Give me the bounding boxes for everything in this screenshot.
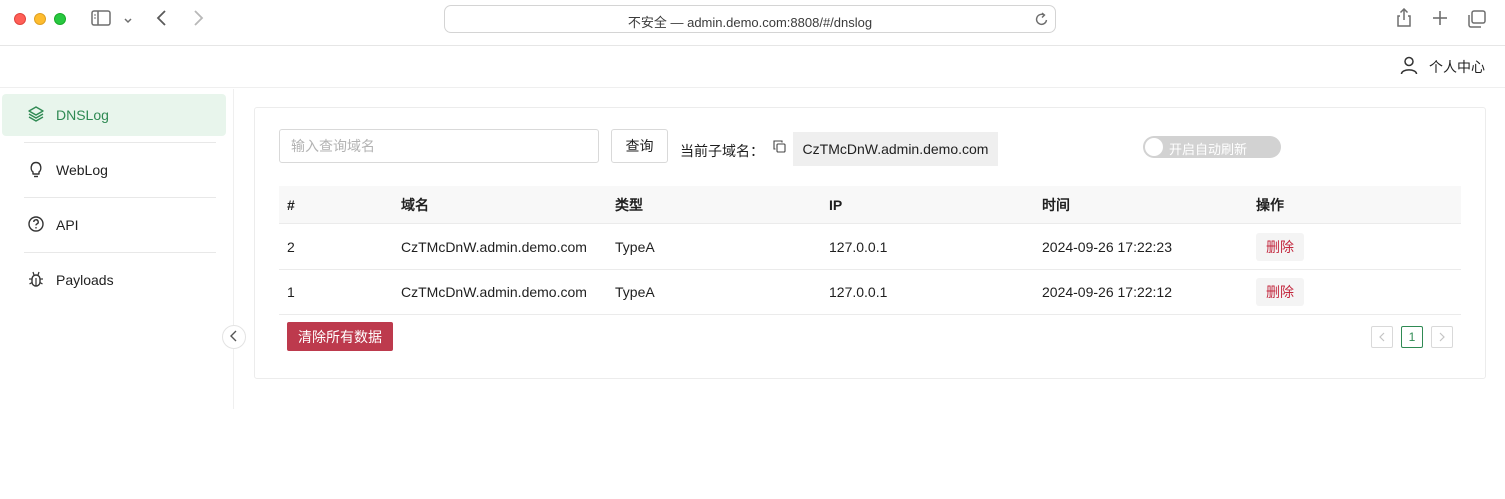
sidebar-item-dnslog[interactable]: DNSLog [2, 94, 226, 136]
column-header: 时间 [1042, 196, 1070, 213]
delete-button[interactable]: 删除 [1256, 233, 1304, 261]
sidebar-item-label: API [56, 217, 79, 233]
chevron-left-icon [1378, 329, 1386, 345]
row-id: 2 [287, 239, 295, 255]
row-type: TypeA [615, 284, 655, 300]
url-text: 不安全 — admin.demo.com:8808/#/dnslog [627, 15, 873, 30]
table-row: 1 CzTMcDnW.admin.demo.com TypeA 127.0.0.… [279, 270, 1461, 315]
sidebar-item-label: WebLog [56, 162, 108, 178]
sidebar-item-label: DNSLog [56, 107, 109, 123]
row-action: 删除 [1256, 225, 1304, 269]
user-icon [1399, 55, 1419, 78]
sidebar-divider [24, 197, 216, 198]
auto-refresh-label: 开启自动刷新 [1169, 142, 1248, 157]
row-domain: CzTMcDnW.admin.demo.com [401, 239, 587, 255]
close-window-button[interactable] [14, 13, 26, 25]
bug-icon [27, 270, 45, 291]
prev-page-button[interactable] [1371, 326, 1393, 348]
column-header: IP [829, 196, 843, 213]
subdomain-label: 当前子域名： [680, 143, 764, 159]
auto-refresh-toggle[interactable]: 开启自动刷新 [1143, 136, 1281, 158]
column-header: # [287, 196, 295, 213]
sidebar-item-weblog[interactable]: WebLog [2, 149, 226, 191]
row-time: 2024-09-26 17:22:23 [1042, 239, 1172, 255]
reload-icon[interactable] [1035, 11, 1049, 30]
share-icon[interactable] [1395, 7, 1413, 31]
tab-overview-icon[interactable] [1467, 9, 1487, 32]
copy-icon[interactable] [773, 140, 786, 156]
app-header: 个人中心 [0, 46, 1505, 88]
query-button[interactable]: 查询 [611, 129, 668, 163]
maximize-window-button[interactable] [54, 13, 66, 25]
address-bar[interactable]: 不安全 — admin.demo.com:8808/#/dnslog [444, 5, 1056, 33]
sidebar-divider [24, 142, 216, 143]
chevron-down-icon[interactable] [123, 13, 133, 29]
sidebar-divider [24, 252, 216, 253]
sidebar-item-label: Payloads [56, 272, 114, 288]
chevron-right-icon [1438, 329, 1446, 345]
subdomain-value: CzTMcDnW.admin.demo.com [793, 132, 998, 166]
profile-label: 个人中心 [1429, 58, 1485, 75]
chevron-left-icon [229, 329, 239, 345]
sidebar: DNSLog WebLog API Payloads [0, 89, 246, 409]
collapse-sidebar-button[interactable] [222, 325, 246, 349]
row-id: 1 [287, 284, 295, 300]
row-time: 2024-09-26 17:22:12 [1042, 284, 1172, 300]
new-tab-icon[interactable] [1431, 9, 1449, 30]
page-number-button[interactable]: 1 [1401, 326, 1423, 348]
row-ip: 127.0.0.1 [829, 239, 888, 255]
sidebar-toggle-icon[interactable] [91, 9, 111, 30]
next-page-button[interactable] [1431, 326, 1453, 348]
domain-search-input[interactable] [279, 129, 599, 163]
delete-button[interactable]: 删除 [1256, 278, 1304, 306]
lightbulb-icon [27, 160, 45, 181]
minimize-window-button[interactable] [34, 13, 46, 25]
table-row: 2 CzTMcDnW.admin.demo.com TypeA 127.0.0.… [279, 225, 1461, 270]
row-type: TypeA [615, 239, 655, 255]
help-circle-icon [27, 215, 45, 236]
clear-all-button[interactable]: 清除所有数据 [287, 322, 393, 351]
profile-menu[interactable]: 个人中心 [1399, 55, 1485, 78]
column-header: 操作 [1256, 196, 1284, 213]
toggle-knob [1145, 138, 1163, 156]
dnslog-card: 查询 当前子域名： CzTMcDnW.admin.demo.com 开启自动刷新… [254, 107, 1486, 379]
row-ip: 127.0.0.1 [829, 284, 888, 300]
sidebar-item-payloads[interactable]: Payloads [2, 259, 226, 301]
sidebar-item-api[interactable]: API [2, 204, 226, 246]
forward-icon[interactable] [191, 9, 205, 30]
table-header: # 域名 类型 IP 时间 操作 [279, 186, 1461, 224]
row-domain: CzTMcDnW.admin.demo.com [401, 284, 587, 300]
layers-icon [27, 105, 45, 126]
column-header: 类型 [615, 196, 643, 213]
row-action: 删除 [1256, 270, 1304, 314]
column-header: 域名 [401, 196, 429, 213]
browser-toolbar: 不安全 — admin.demo.com:8808/#/dnslog [0, 0, 1505, 46]
back-icon[interactable] [155, 9, 169, 30]
